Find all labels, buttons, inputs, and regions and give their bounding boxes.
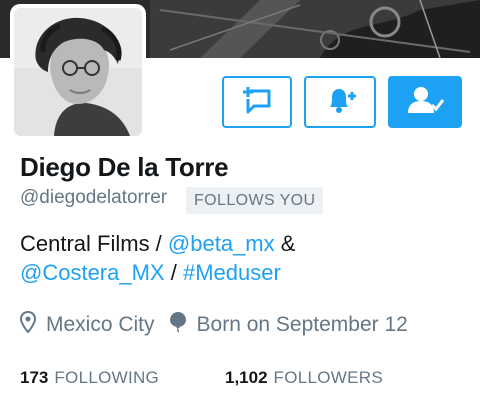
bio-mention-beta-mx[interactable]: @beta_mx — [168, 231, 275, 256]
following-label: FOLLOWING — [54, 368, 160, 387]
followers-stat[interactable]: 1,102 FOLLOWERS — [225, 368, 383, 388]
balloon-icon — [169, 311, 197, 339]
profile-meta: Mexico City Born on September 12 — [19, 310, 408, 340]
following-count: 173 — [20, 368, 49, 387]
birthday-item: Born on September 12 — [169, 311, 408, 339]
location-text: Mexico City — [46, 313, 155, 336]
display-name: Diego De la Torre — [20, 152, 229, 182]
direct-message-button[interactable] — [222, 76, 292, 128]
notifications-button[interactable] — [304, 76, 376, 128]
following-button[interactable] — [388, 76, 462, 128]
birthday-text: Born on September 12 — [196, 313, 408, 336]
profile-handle: @diegodelatorrer — [20, 187, 168, 208]
bio-text: / — [164, 260, 183, 285]
follows-you-badge: FOLLOWS YOU — [186, 187, 324, 214]
bell-plus-icon — [322, 85, 358, 120]
location-item: Mexico City — [19, 310, 155, 339]
followers-label: FOLLOWERS — [273, 368, 383, 387]
followers-count: 1,102 — [225, 368, 268, 387]
avatar[interactable] — [14, 8, 142, 136]
profile-stats: 173 FOLLOWING 1,102 FOLLOWERS — [20, 366, 383, 390]
avatar-photo — [14, 8, 142, 136]
bio-text: Central Films / — [20, 231, 168, 256]
direct-message-icon — [240, 85, 274, 120]
profile-bio: Central Films / @beta_mx & @Costera_MX /… — [20, 229, 460, 287]
location-pin-icon — [19, 310, 46, 339]
bio-hashtag-meduser[interactable]: #Meduser — [183, 260, 281, 285]
bio-text: & — [274, 231, 296, 256]
bio-mention-costera-mx[interactable]: @Costera_MX — [20, 260, 165, 285]
avatar-frame[interactable] — [10, 4, 146, 140]
following-stat[interactable]: 173 FOLLOWING — [20, 368, 159, 388]
person-check-icon — [405, 85, 445, 120]
